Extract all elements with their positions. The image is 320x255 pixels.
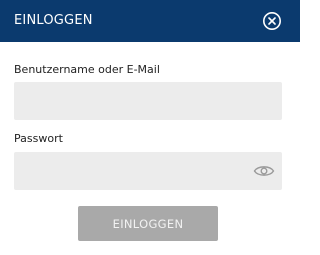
show-password-icon	[253, 166, 275, 176]
password-label: Passwort	[14, 132, 63, 145]
dialog-header: EINLOGGEN	[0, 0, 300, 42]
password-input[interactable]	[14, 152, 282, 190]
login-dialog: EINLOGGEN Benutzername oder E-Mail Passw…	[0, 0, 300, 255]
username-input[interactable]	[14, 82, 282, 120]
close-icon[interactable]	[262, 11, 282, 31]
dialog-title: EINLOGGEN	[14, 13, 93, 28]
close-circle-icon	[263, 12, 281, 30]
eye-icon[interactable]	[253, 163, 275, 179]
login-button[interactable]: EINLOGGEN	[78, 206, 218, 241]
username-label: Benutzername oder E-Mail	[14, 63, 160, 76]
